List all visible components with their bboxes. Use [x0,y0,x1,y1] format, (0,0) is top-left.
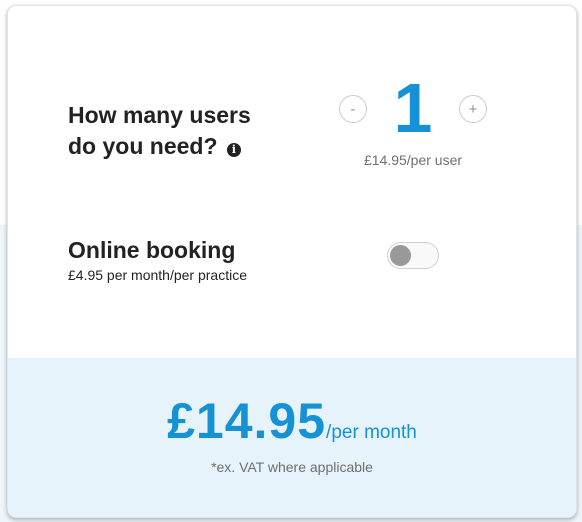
users-label-line1: How many users [68,102,251,128]
users-label-line2: do you need? [68,133,218,159]
total-price-row: £14.95/per month [8,392,576,450]
online-booking-price: £4.95 per month/per practice [68,267,247,283]
user-count-value: 1 [393,69,433,147]
price-per-user: £14.95/per user [363,152,463,168]
toggle-knob [390,245,411,266]
total-amount: £14.95 [167,393,327,449]
online-booking-label: Online booking [68,237,236,263]
info-icon[interactable]: i [226,143,241,157]
decrement-users-button[interactable]: - [339,95,367,123]
total-period: /per month [326,422,417,443]
online-booking-toggle[interactable] [387,242,439,269]
total-panel: £14.95/per month *ex. VAT where applicab… [8,358,576,517]
increment-users-button[interactable]: + [459,95,487,123]
vat-note: *ex. VAT where applicable [211,459,373,475]
users-question: How many users do you need? i [68,100,298,162]
pricing-card: How many users do you need? i - 1 + £14.… [7,5,577,518]
